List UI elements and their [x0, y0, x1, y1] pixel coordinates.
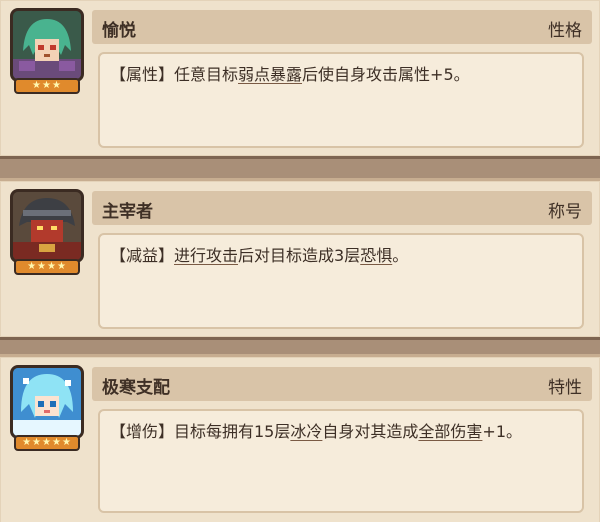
ice-haired-girl-portrait-icon	[13, 368, 81, 436]
star-rating-3: ★★★★★	[14, 435, 80, 451]
card-header-3: 极寒支配 特性	[92, 367, 592, 401]
star-rating-1: ★★★	[14, 78, 80, 94]
keyword-link[interactable]: 恐惧	[360, 246, 392, 265]
trait-name: 主宰者	[102, 202, 153, 222]
portrait-2[interactable]	[10, 189, 84, 263]
keyword-link[interactable]: 全部伤害	[418, 422, 482, 441]
desc-seg: 后对目标造成3层	[238, 246, 361, 265]
trait-category: 特性	[548, 378, 582, 398]
desc-seg: +1。	[482, 422, 523, 441]
green-haired-girl-portrait-icon	[13, 11, 81, 79]
card-header-2: 主宰者 称号	[92, 191, 592, 225]
desc-seg: 自身对其造成	[322, 422, 419, 441]
trait-card-2[interactable]: ★★★★ 主宰者 称号 【减益】进行攻击后对目标造成3层恐惧。	[0, 178, 600, 340]
keyword-link[interactable]: 进行攻击	[174, 246, 238, 265]
trait-name: 愉悦	[102, 21, 136, 41]
trait-description-3: 【增伤】目标每拥有15层冰冷自身对其造成全部伤害+1。	[98, 409, 584, 513]
trait-category: 称号	[548, 202, 582, 222]
trait-category: 性格	[548, 21, 582, 41]
hooded-warrior-portrait-icon	[13, 192, 81, 260]
keyword-link[interactable]: 弱点暴露	[238, 65, 302, 84]
star-rating-2: ★★★★	[14, 259, 80, 275]
portrait-1[interactable]	[10, 8, 84, 82]
keyword-link[interactable]: 冰冷	[290, 422, 322, 441]
trait-description-2: 【减益】进行攻击后对目标造成3层恐惧。	[98, 233, 584, 329]
card-header-1: 愉悦 性格	[92, 10, 592, 44]
desc-seg: 。	[392, 246, 409, 265]
desc-seg: 后使自身攻击属性+5。	[302, 65, 470, 84]
desc-seg: 【增伤】目标每拥有15层	[110, 422, 291, 441]
portrait-3[interactable]	[10, 365, 84, 439]
trait-card-1[interactable]: ★★★ 愉悦 性格 【属性】任意目标弱点暴露后使自身攻击属性+5。	[0, 0, 600, 159]
desc-seg: 【属性】任意目标	[110, 65, 239, 84]
trait-description-1: 【属性】任意目标弱点暴露后使自身攻击属性+5。	[98, 52, 584, 148]
trait-card-3[interactable]: ★★★★★ 极寒支配 特性 【增伤】目标每拥有15层冰冷自身对其造成全部伤害+1…	[0, 354, 600, 522]
desc-seg: 【减益】	[110, 246, 175, 265]
trait-name: 极寒支配	[102, 378, 170, 398]
